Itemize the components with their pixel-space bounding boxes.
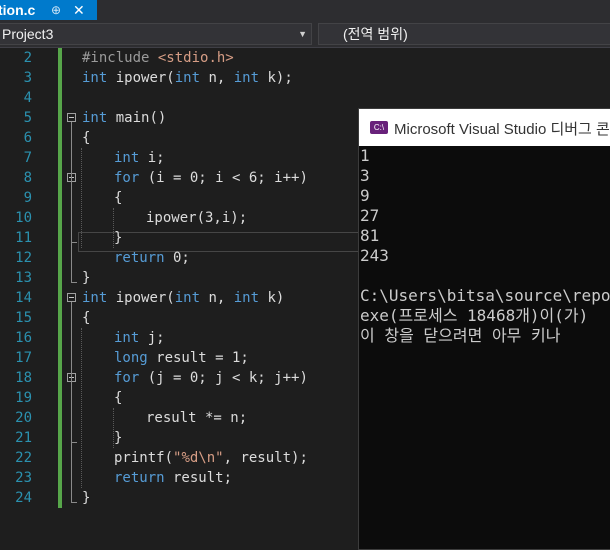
navigation-bar: Project3 ▼ (전역 범위)	[0, 20, 610, 48]
indent-guide	[113, 408, 115, 448]
line-number: 15	[15, 310, 32, 326]
console-output-line: 243	[360, 246, 389, 265]
document-tab[interactable]: tion.c ⊕ ✕	[0, 0, 97, 20]
line-number: 11	[15, 230, 32, 246]
line-number: 19	[15, 390, 32, 406]
code-text[interactable]: {	[82, 308, 90, 328]
line-number: 10	[15, 210, 32, 226]
scope-dropdown[interactable]: (전역 범위)	[318, 23, 610, 45]
document-tab-bar: tion.c ⊕ ✕	[0, 0, 610, 20]
indent-guide	[81, 328, 83, 488]
code-text[interactable]: result *= n;	[146, 408, 247, 428]
line-number: 8	[23, 170, 32, 186]
code-text[interactable]: }	[82, 488, 90, 508]
console-output: 1 3 9 27 81 243 C:\Users\bitsa\source\repos exe…	[360, 146, 610, 346]
fold-outline-end	[71, 282, 77, 283]
line-number: 4	[23, 90, 32, 106]
line-number: 9	[23, 190, 32, 206]
line-number: 18	[15, 370, 32, 386]
project-dropdown-label: Project3	[2, 26, 54, 42]
code-text[interactable]: {	[82, 128, 90, 148]
line-number: 5	[23, 110, 32, 126]
console-title-bar[interactable]: C:\ Microsoft Visual Studio 디버그 콘	[359, 109, 610, 146]
fold-outline-end	[71, 502, 77, 503]
fold-toggle-icon[interactable]	[67, 293, 76, 302]
code-text[interactable]: int ipower(int n, int k)	[82, 288, 284, 308]
fold-outline-end	[71, 242, 77, 243]
debug-console-window[interactable]: C:\ Microsoft Visual Studio 디버그 콘 1 3 9 27 8…	[358, 108, 610, 550]
line-number: 20	[15, 410, 32, 426]
fold-outline	[71, 402, 72, 442]
code-text[interactable]: {	[114, 188, 122, 208]
console-output-line: 27	[360, 206, 380, 225]
line-number: 6	[23, 130, 32, 146]
code-line[interactable]: 2 #include <stdio.h>	[0, 48, 610, 68]
line-number: 21	[15, 430, 32, 446]
scope-dropdown-label: (전역 범위)	[343, 26, 408, 42]
fold-outline	[71, 202, 72, 242]
code-line[interactable]: 4	[0, 88, 610, 108]
code-text[interactable]: int ipower(int n, int k);	[82, 68, 293, 88]
console-output-line: 81	[360, 226, 380, 245]
code-text[interactable]: #include <stdio.h>	[82, 48, 234, 68]
console-app-icon: C:\	[370, 121, 388, 134]
line-number: 14	[15, 290, 32, 306]
close-icon[interactable]: ✕	[73, 0, 85, 20]
project-dropdown[interactable]: Project3 ▼	[0, 23, 312, 45]
console-output-line: 3	[360, 166, 370, 185]
line-number: 2	[23, 50, 32, 66]
console-output-line: 1	[360, 146, 370, 165]
indent-guide	[113, 208, 115, 248]
code-text[interactable]: return 0;	[114, 248, 190, 268]
document-tab-label: tion.c	[0, 2, 36, 18]
code-text[interactable]: }	[114, 228, 122, 248]
console-title: Microsoft Visual Studio 디버그 콘	[394, 121, 610, 138]
line-number: 22	[15, 450, 32, 466]
line-number: 7	[23, 150, 32, 166]
line-number: 16	[15, 330, 32, 346]
code-text[interactable]: long result = 1;	[114, 348, 249, 368]
code-text[interactable]: for (j = 0; j < k; j++)	[114, 368, 308, 388]
line-number: 24	[15, 490, 32, 506]
indent-guide	[81, 148, 83, 248]
change-tracking-bar	[58, 48, 62, 508]
code-text[interactable]: for (i = 0; i < 6; i++)	[114, 168, 308, 188]
code-text[interactable]: int j;	[114, 328, 165, 348]
line-number: 3	[23, 70, 32, 86]
code-text[interactable]: int i;	[114, 148, 165, 168]
console-output-line: 이 창을 닫으려면 아무 키나	[360, 326, 571, 345]
code-line[interactable]: 3 int ipower(int n, int k);	[0, 68, 610, 88]
console-output-line: C:\Users\bitsa\source\repos	[360, 286, 610, 305]
chevron-down-icon: ▼	[298, 29, 307, 39]
line-number: 12	[15, 250, 32, 266]
fold-toggle-icon[interactable]	[67, 113, 76, 122]
console-output-line: exe(프로세스 18468개)이(가)	[360, 306, 598, 325]
code-text[interactable]: {	[114, 388, 122, 408]
code-text[interactable]: return result;	[114, 468, 232, 488]
code-text[interactable]: }	[114, 428, 122, 448]
line-number: 23	[15, 470, 32, 486]
fold-outline-end	[71, 442, 77, 443]
line-number: 17	[15, 350, 32, 366]
line-number: 13	[15, 270, 32, 286]
code-text[interactable]: int main()	[82, 108, 166, 128]
console-output-line: 9	[360, 186, 370, 205]
pin-icon[interactable]: ⊕	[51, 0, 61, 20]
code-text[interactable]: }	[82, 268, 90, 288]
code-text[interactable]: printf("%d\n", result);	[114, 448, 308, 468]
code-text[interactable]: ipower(3,i);	[146, 208, 247, 228]
